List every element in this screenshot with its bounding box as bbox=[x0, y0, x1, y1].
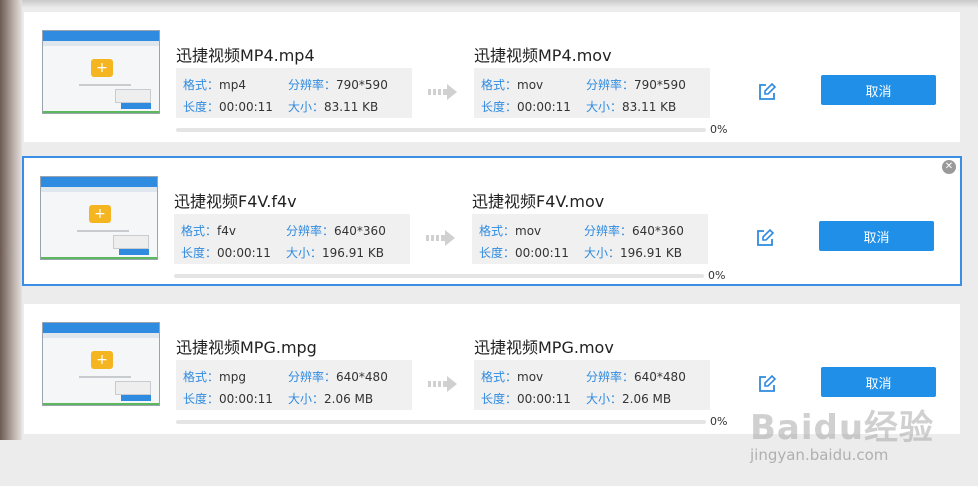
task-item[interactable]: + 迅捷视频MPG.mpg 格式：mpg 分辨率：640*480 长度：00:0… bbox=[24, 304, 960, 434]
video-thumbnail: + bbox=[40, 176, 158, 260]
task-item[interactable]: + 迅捷视频MP4.mp4 格式：mp4 分辨率：790*590 长度：00:0… bbox=[24, 12, 960, 142]
edit-icon[interactable] bbox=[757, 82, 777, 102]
duration-value: 00:00:11 bbox=[517, 100, 571, 114]
format-label: 格式： bbox=[481, 78, 518, 92]
task-item-selected[interactable]: + 迅捷视频F4V.f4v 格式：f4v 分辨率：640*360 长度：00:0… bbox=[22, 156, 962, 286]
resolution-label: 分辨率： bbox=[586, 370, 635, 384]
duration-label: 长度： bbox=[481, 392, 518, 406]
duration-label: 长度： bbox=[183, 100, 220, 114]
resolution-label: 分辨率： bbox=[288, 370, 337, 384]
video-thumbnail: + bbox=[42, 30, 160, 114]
format-value: mpg bbox=[219, 370, 246, 384]
arrow-right-icon bbox=[426, 230, 455, 246]
progress-bar bbox=[176, 128, 706, 132]
size-value: 83.11 KB bbox=[622, 100, 677, 114]
resolution-label: 分辨率： bbox=[286, 224, 335, 238]
progress-percent: 0% bbox=[708, 269, 726, 282]
top-shadow bbox=[22, 0, 978, 8]
target-file-name: 迅捷视频F4V.mov bbox=[472, 192, 605, 211]
cancel-button[interactable]: 取消 bbox=[821, 75, 936, 105]
duration-value: 00:00:11 bbox=[217, 246, 271, 260]
edit-icon[interactable] bbox=[757, 374, 777, 394]
resolution-value: 640*480 bbox=[634, 370, 686, 384]
size-value: 196.91 KB bbox=[620, 246, 682, 260]
size-value: 2.06 MB bbox=[622, 392, 672, 406]
format-label: 格式： bbox=[183, 78, 220, 92]
size-label: 大小： bbox=[586, 392, 623, 406]
format-label: 格式： bbox=[181, 224, 218, 238]
size-value: 2.06 MB bbox=[324, 392, 374, 406]
format-label: 格式： bbox=[479, 224, 516, 238]
target-info-panel: 格式：mov 分辨率：790*590 长度：00:00:11 大小：83.11 … bbox=[474, 68, 710, 118]
duration-label: 长度： bbox=[479, 246, 516, 260]
target-file-name: 迅捷视频MPG.mov bbox=[474, 338, 614, 357]
format-label: 格式： bbox=[183, 370, 220, 384]
resolution-label: 分辨率： bbox=[584, 224, 633, 238]
source-info-panel: 格式：f4v 分辨率：640*360 长度：00:00:11 大小：196.91… bbox=[174, 214, 410, 264]
source-info-panel: 格式：mpg 分辨率：640*480 长度：00:00:11 大小：2.06 M… bbox=[176, 360, 412, 410]
folder-plus-icon: + bbox=[89, 205, 111, 223]
source-file-name: 迅捷视频MP4.mp4 bbox=[176, 46, 315, 65]
source-file-name: 迅捷视频F4V.f4v bbox=[174, 192, 297, 211]
size-label: 大小： bbox=[288, 100, 325, 114]
background-edge bbox=[0, 0, 22, 440]
size-label: 大小： bbox=[586, 100, 623, 114]
size-label: 大小： bbox=[286, 246, 323, 260]
source-file-name: 迅捷视频MPG.mpg bbox=[176, 338, 317, 357]
size-value: 83.11 KB bbox=[324, 100, 379, 114]
duration-label: 长度： bbox=[481, 100, 518, 114]
arrow-right-icon bbox=[428, 84, 457, 100]
format-value: f4v bbox=[217, 224, 236, 238]
resolution-value: 790*590 bbox=[634, 78, 686, 92]
progress-bar bbox=[174, 274, 704, 278]
target-file-name: 迅捷视频MP4.mov bbox=[474, 46, 612, 65]
progress-percent: 0% bbox=[710, 415, 728, 428]
duration-label: 长度： bbox=[181, 246, 218, 260]
target-info-panel: 格式：mov 分辨率：640*360 长度：00:00:11 大小：196.91… bbox=[472, 214, 708, 264]
close-icon[interactable]: ✕ bbox=[942, 160, 956, 174]
duration-value: 00:00:11 bbox=[219, 392, 273, 406]
folder-plus-icon: + bbox=[91, 59, 113, 77]
format-value: mov bbox=[515, 224, 542, 238]
duration-value: 00:00:11 bbox=[517, 392, 571, 406]
cancel-button[interactable]: 取消 bbox=[821, 367, 936, 397]
progress-bar bbox=[176, 420, 706, 424]
arrow-right-icon bbox=[428, 376, 457, 392]
format-value: mp4 bbox=[219, 78, 246, 92]
duration-value: 00:00:11 bbox=[219, 100, 273, 114]
resolution-value: 790*590 bbox=[336, 78, 388, 92]
edit-icon[interactable] bbox=[755, 228, 775, 248]
duration-value: 00:00:11 bbox=[515, 246, 569, 260]
video-thumbnail: + bbox=[42, 322, 160, 406]
progress-percent: 0% bbox=[710, 123, 728, 136]
folder-plus-icon: + bbox=[91, 351, 113, 369]
resolution-value: 640*480 bbox=[336, 370, 388, 384]
target-info-panel: 格式：mov 分辨率：640*480 长度：00:00:11 大小：2.06 M… bbox=[474, 360, 710, 410]
resolution-label: 分辨率： bbox=[288, 78, 337, 92]
cancel-button[interactable]: 取消 bbox=[819, 221, 934, 251]
source-info-panel: 格式：mp4 分辨率：790*590 长度：00:00:11 大小：83.11 … bbox=[176, 68, 412, 118]
duration-label: 长度： bbox=[183, 392, 220, 406]
watermark-url: jingyan.baidu.com bbox=[750, 446, 889, 464]
size-label: 大小： bbox=[584, 246, 621, 260]
size-label: 大小： bbox=[288, 392, 325, 406]
size-value: 196.91 KB bbox=[322, 246, 384, 260]
resolution-value: 640*360 bbox=[632, 224, 684, 238]
resolution-label: 分辨率： bbox=[586, 78, 635, 92]
format-value: mov bbox=[517, 78, 544, 92]
format-label: 格式： bbox=[481, 370, 518, 384]
resolution-value: 640*360 bbox=[334, 224, 386, 238]
format-value: mov bbox=[517, 370, 544, 384]
